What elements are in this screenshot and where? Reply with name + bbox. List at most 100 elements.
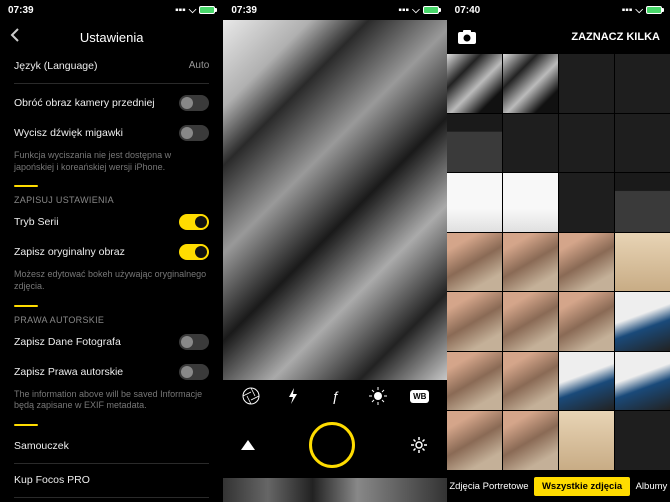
language-row[interactable]: Język (Language) Auto xyxy=(14,54,209,84)
copyright-section: PRAWA AUTORSKIE xyxy=(14,315,209,325)
wifi-icon: ⌵ xyxy=(189,5,197,16)
rotate-label: Obróć obraz kamery przedniej xyxy=(14,97,155,109)
save-photographer-row: Zapisz Dane Fotografa xyxy=(14,327,209,357)
photo-thumb[interactable] xyxy=(503,173,558,232)
photo-thumb[interactable] xyxy=(559,114,614,173)
photo-thumb[interactable] xyxy=(503,411,558,470)
gallery-header: ZAZNACZ KILKA xyxy=(447,20,670,54)
camera-panel: 07:39 ▪▪▪ ⌵ ƒ WB xyxy=(223,0,446,502)
photo-grid xyxy=(447,54,670,470)
burst-label: Tryb Serii xyxy=(14,216,59,228)
bokeh-note: Możesz edytować bokeh używając oryginaln… xyxy=(14,267,209,298)
flash-icon[interactable] xyxy=(283,386,303,406)
select-multiple-button[interactable]: ZAZNACZ KILKA xyxy=(571,31,660,43)
battery-icon xyxy=(423,6,439,14)
mute-note: Funkcja wyciszania nie jest dostępna w j… xyxy=(14,148,209,179)
gallery-panel: 07:40 ▪▪▪ ⌵ ZAZNACZ KILKA xyxy=(447,0,670,502)
shutter-button[interactable] xyxy=(309,422,355,468)
thumbnail-strip[interactable] xyxy=(223,478,446,502)
save-photographer-label: Zapisz Dane Fotografa xyxy=(14,336,121,348)
tab-portrait[interactable]: Zdjęcia Portretowe xyxy=(449,481,528,492)
gallery-tabs: Zdjęcia Portretowe Wszystkie zdjęcia Alb… xyxy=(447,470,670,502)
photo-thumb[interactable] xyxy=(503,114,558,173)
photo-thumb[interactable] xyxy=(559,292,614,351)
photo-thumb[interactable] xyxy=(447,114,502,173)
settings-icon[interactable] xyxy=(409,435,429,455)
photo-thumb[interactable] xyxy=(559,173,614,232)
settings-header: Ustawienia xyxy=(0,20,223,54)
save-copyright-toggle[interactable] xyxy=(179,364,209,380)
exposure-icon[interactable] xyxy=(368,386,388,406)
photo-thumb[interactable] xyxy=(503,292,558,351)
photo-thumb[interactable] xyxy=(559,352,614,411)
white-balance-icon[interactable]: WB xyxy=(410,390,429,403)
photo-thumb[interactable] xyxy=(615,292,670,351)
burst-toggle[interactable] xyxy=(179,214,209,230)
focus-icon[interactable]: ƒ xyxy=(325,386,345,406)
battery-icon xyxy=(199,6,215,14)
capture-bar xyxy=(223,412,446,478)
section-divider xyxy=(14,424,38,426)
exif-note: The information above will be saved Info… xyxy=(14,387,209,418)
status-time: 07:40 xyxy=(455,5,481,16)
photo-thumb[interactable] xyxy=(447,54,502,113)
photo-thumb[interactable] xyxy=(559,54,614,113)
signal-icon: ▪▪▪ xyxy=(175,5,186,16)
rotate-front-camera-row: Obróć obraz kamery przedniej xyxy=(14,88,209,118)
camera-toolbar: ƒ WB xyxy=(223,380,446,412)
camera-preview[interactable] xyxy=(223,20,446,380)
section-divider xyxy=(14,185,38,187)
buy-pro-row[interactable]: Kup Focos PRO xyxy=(14,468,209,498)
camera-icon[interactable] xyxy=(457,29,477,45)
photo-thumb[interactable] xyxy=(559,411,614,470)
photo-thumb[interactable] xyxy=(447,173,502,232)
status-time: 07:39 xyxy=(8,5,34,16)
buy-pro-label: Kup Focos PRO xyxy=(14,474,90,486)
mute-label: Wycisz dźwięk migawki xyxy=(14,127,123,139)
mute-shutter-row: Wycisz dźwięk migawki xyxy=(14,118,209,148)
tab-all-photos[interactable]: Wszystkie zdjęcia xyxy=(534,477,630,496)
status-bar: 07:39 ▪▪▪ ⌵ xyxy=(0,0,223,20)
status-bar: 07:40 ▪▪▪ ⌵ xyxy=(447,0,670,20)
status-time: 07:39 xyxy=(231,5,257,16)
rotate-toggle[interactable] xyxy=(179,95,209,111)
photo-thumb[interactable] xyxy=(503,54,558,113)
photo-thumb[interactable] xyxy=(447,292,502,351)
save-copyright-label: Zapisz Prawa autorskie xyxy=(14,366,123,378)
photo-thumb[interactable] xyxy=(615,114,670,173)
photo-thumb[interactable] xyxy=(559,233,614,292)
save-copyright-row: Zapisz Prawa autorskie xyxy=(14,357,209,387)
back-icon[interactable] xyxy=(8,26,22,44)
photo-thumb[interactable] xyxy=(615,352,670,411)
photo-thumb[interactable] xyxy=(615,411,670,470)
aperture-icon[interactable] xyxy=(241,386,261,406)
status-bar: 07:39 ▪▪▪ ⌵ xyxy=(223,0,446,20)
photo-thumb[interactable] xyxy=(447,411,502,470)
settings-panel: 07:39 ▪▪▪ ⌵ Ustawienia Język (Language) … xyxy=(0,0,223,502)
photo-thumb[interactable] xyxy=(615,233,670,292)
photo-thumb[interactable] xyxy=(615,54,670,113)
save-original-row: Zapisz oryginalny obraz xyxy=(14,237,209,267)
mute-toggle[interactable] xyxy=(179,125,209,141)
wifi-icon: ⌵ xyxy=(412,5,420,16)
save-original-label: Zapisz oryginalny obraz xyxy=(14,246,125,258)
photo-thumb[interactable] xyxy=(447,352,502,411)
save-photographer-toggle[interactable] xyxy=(179,334,209,350)
photo-thumb[interactable] xyxy=(615,173,670,232)
save-original-toggle[interactable] xyxy=(179,244,209,260)
mode-arrow-icon[interactable] xyxy=(241,440,255,450)
photo-thumb[interactable] xyxy=(447,233,502,292)
photo-thumb[interactable] xyxy=(503,352,558,411)
language-value: Auto xyxy=(189,60,210,71)
burst-mode-row: Tryb Serii xyxy=(14,207,209,237)
settings-title: Ustawienia xyxy=(80,30,144,45)
signal-icon: ▪▪▪ xyxy=(622,5,633,16)
battery-icon xyxy=(646,6,662,14)
tutorial-label: Samouczek xyxy=(14,440,69,452)
wifi-icon: ⌵ xyxy=(635,5,643,16)
photo-thumb[interactable] xyxy=(503,233,558,292)
save-settings-section: ZAPISUJ USTAWIENIA xyxy=(14,195,209,205)
tab-albums[interactable]: Albumy xyxy=(636,481,668,492)
tutorial-row[interactable]: Samouczek xyxy=(14,434,209,464)
signal-icon: ▪▪▪ xyxy=(398,5,409,16)
